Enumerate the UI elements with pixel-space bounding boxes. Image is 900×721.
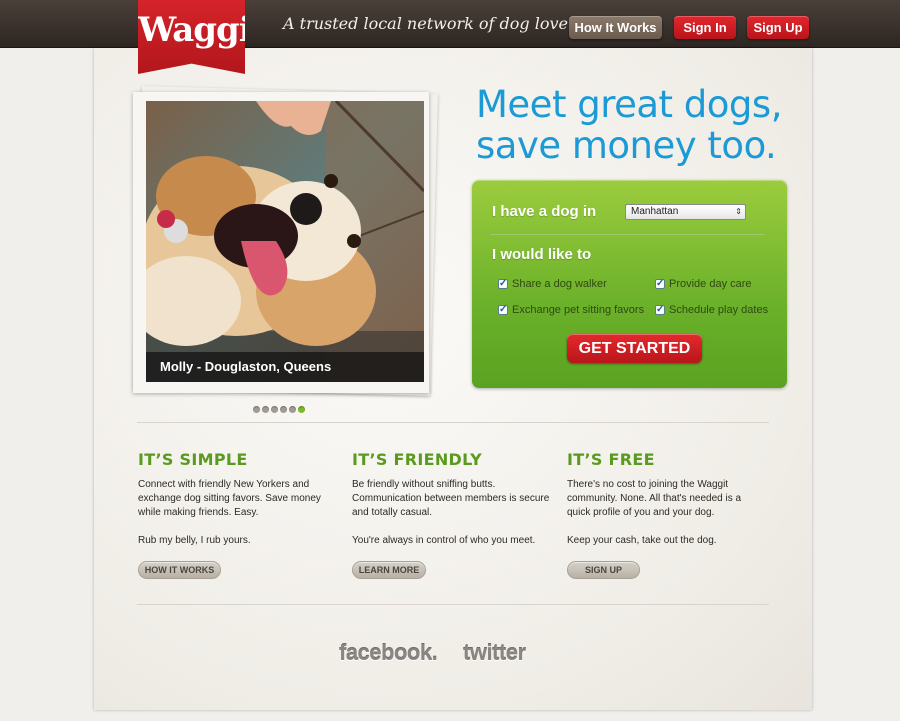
option-label: Provide day care bbox=[669, 278, 752, 290]
how-it-works-link-button[interactable]: HOW IT WORKS bbox=[138, 561, 221, 579]
checkbox-checked[interactable]: ✓ bbox=[655, 279, 665, 289]
checkbox-checked[interactable]: ✓ bbox=[498, 305, 508, 315]
hero-headline: Meet great dogs, save money too. bbox=[476, 84, 796, 166]
location-value: Manhattan bbox=[631, 206, 679, 217]
select-arrows-icon: ⇕ bbox=[735, 207, 742, 216]
feature-title: IT’S FREE bbox=[567, 450, 655, 469]
feature-tagline: You're always in control of who you meet… bbox=[352, 535, 536, 546]
feature-text: There's no cost to joining the Waggit co… bbox=[567, 479, 742, 518]
sign-up-button[interactable]: Sign Up bbox=[747, 16, 809, 39]
checkbox-checked[interactable]: ✓ bbox=[498, 279, 508, 289]
feature-friendly: IT’S FRIENDLY Be friendly without sniffi… bbox=[352, 450, 552, 548]
carousel-dot-active[interactable] bbox=[298, 406, 305, 413]
how-it-works-button[interactable]: How It Works bbox=[569, 16, 662, 39]
twitter-link[interactable]: twitter bbox=[463, 640, 526, 666]
location-select[interactable]: Manhattan ⇕ bbox=[625, 204, 746, 220]
carousel-dot[interactable] bbox=[253, 406, 260, 413]
option-label: Schedule play dates bbox=[669, 304, 769, 316]
option-day-care[interactable]: ✓ Provide day care bbox=[655, 278, 752, 290]
learn-more-button[interactable]: LEARN MORE bbox=[352, 561, 426, 579]
headline-line-1: Meet great dogs, bbox=[476, 83, 782, 126]
feature-tagline: Keep your cash, take out the dog. bbox=[567, 535, 717, 546]
divider bbox=[137, 422, 769, 423]
tagline: A trusted local network of dog lovers. bbox=[283, 14, 589, 33]
option-play-dates[interactable]: ✓ Schedule play dates bbox=[655, 304, 768, 316]
option-label: Exchange pet sitting favors bbox=[512, 304, 645, 316]
headline-line-2: save money too. bbox=[476, 124, 777, 167]
facebook-link[interactable]: facebook. bbox=[339, 640, 438, 666]
carousel-dots bbox=[253, 406, 305, 414]
feature-title: IT’S SIMPLE bbox=[138, 450, 248, 469]
carousel-dot[interactable] bbox=[262, 406, 269, 413]
carousel-dot[interactable] bbox=[271, 406, 278, 413]
logo[interactable]: Waggit bbox=[138, 0, 245, 74]
feature-title: IT’S FRIENDLY bbox=[352, 450, 483, 469]
divider bbox=[137, 604, 769, 605]
checkbox-checked[interactable]: ✓ bbox=[655, 305, 665, 315]
option-label: Share a dog walker bbox=[512, 278, 607, 290]
dog-photo bbox=[146, 101, 424, 382]
carousel-dot[interactable] bbox=[280, 406, 287, 413]
option-pet-sitting[interactable]: ✓ Exchange pet sitting favors bbox=[498, 304, 644, 316]
feature-simple: IT’S SIMPLE Connect with friendly New Yo… bbox=[138, 450, 338, 548]
form-divider bbox=[490, 234, 764, 235]
feature-free: IT’S FREE There's no cost to joining the… bbox=[567, 450, 767, 548]
feature-tagline: Rub my belly, I rub yours. bbox=[138, 535, 251, 546]
feature-text: Connect with friendly New Yorkers and ex… bbox=[138, 479, 321, 518]
dog-location-label: I have a dog in bbox=[492, 203, 597, 220]
option-share-walker[interactable]: ✓ Share a dog walker bbox=[498, 278, 607, 290]
photo-caption: Molly - Douglaston, Queens bbox=[146, 352, 424, 382]
sign-in-button[interactable]: Sign In bbox=[674, 16, 736, 39]
carousel-dot[interactable] bbox=[289, 406, 296, 413]
logo-text: Waggit bbox=[138, 10, 266, 50]
feature-text: Be friendly without sniffing butts. Comm… bbox=[352, 479, 550, 518]
preferences-label: I would like to bbox=[492, 246, 592, 263]
get-started-button[interactable]: GET STARTED bbox=[567, 334, 702, 363]
sign-up-link-button[interactable]: SIGN UP bbox=[567, 561, 640, 579]
